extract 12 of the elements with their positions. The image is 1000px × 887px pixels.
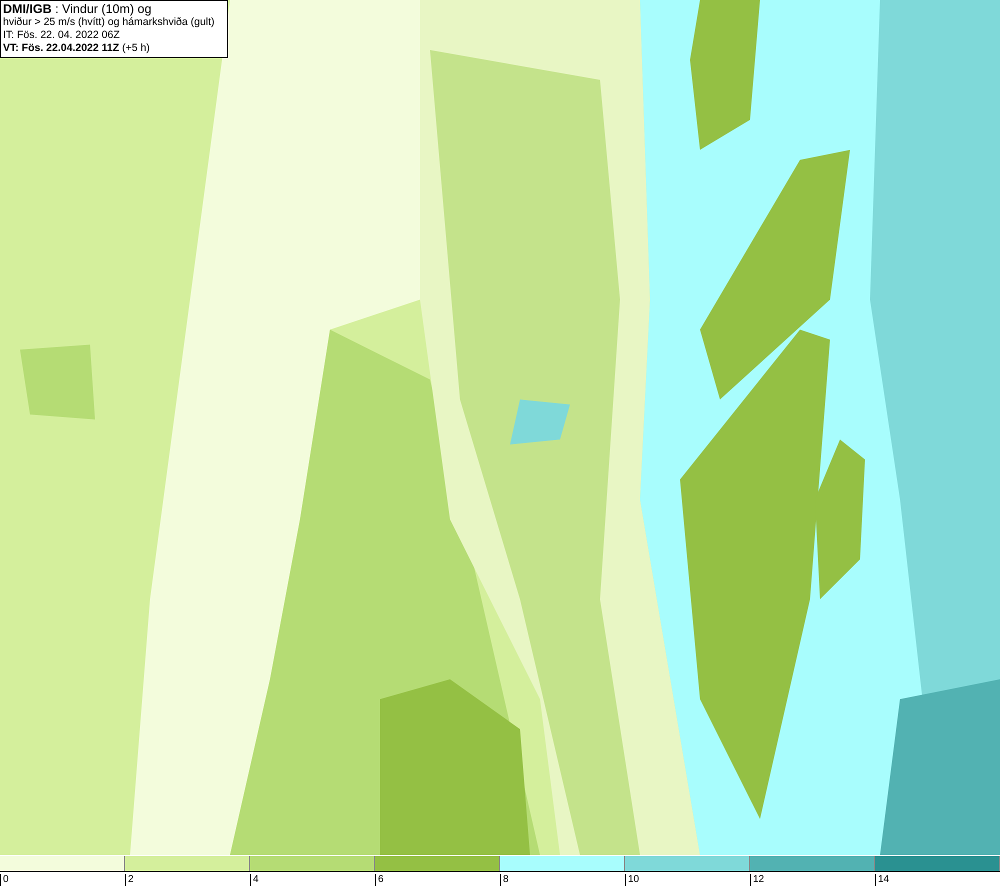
legend-label: 12 — [753, 874, 766, 886]
legend-label: 14 — [878, 874, 890, 886]
legend-label: 4 — [253, 874, 260, 886]
legend-label: 0 — [3, 874, 10, 886]
legend-label: 8 — [503, 874, 510, 886]
legend-label: 10 — [628, 874, 640, 886]
legend-label: 2 — [128, 874, 135, 886]
title-line: VT: Fös. 22.04.2022 11Z (+5 h) — [3, 42, 151, 55]
title-line: DMI/IGB : Vindur (10m) og — [3, 2, 152, 16]
legend-label: 6 — [378, 874, 385, 886]
title-line: hviður > 25 m/s (hvítt) og hámarkshviða (gult) — [3, 16, 216, 29]
title-line: IT: Fös. 22. 04. 2022 06Z — [3, 29, 121, 42]
